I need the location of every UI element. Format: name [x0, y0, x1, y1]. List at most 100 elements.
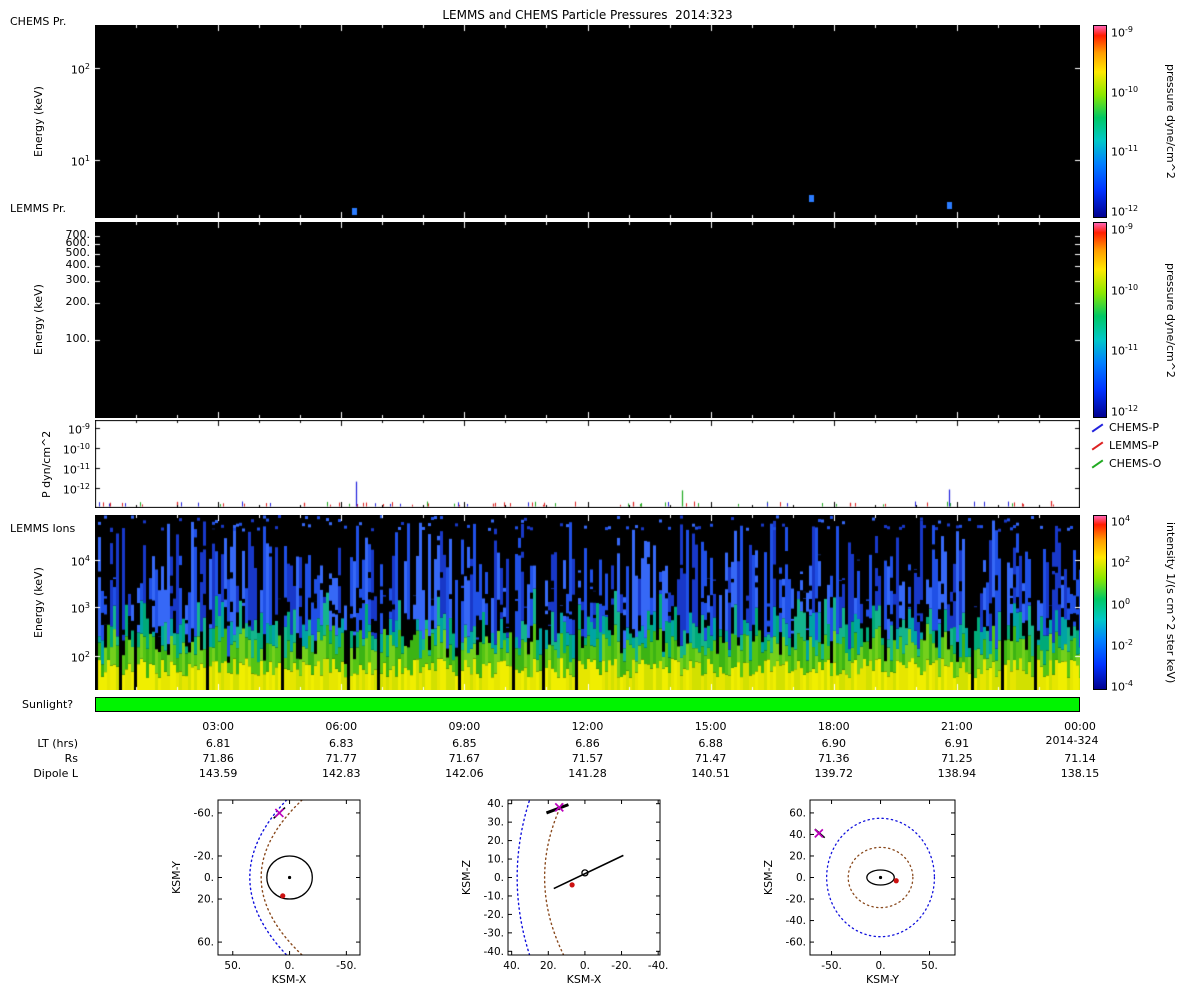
- orbit-plot-ksmy-ksmz: -50. 0. 50. 60. 40. 20. 0. -20. -40. -60. KSM-Y KSM…: [762, 799, 956, 986]
- ephemeris-value: 6.81: [205, 737, 231, 750]
- y-axis-tick-label: 100.: [65, 331, 91, 345]
- lemms-pressure-spectrogram: [95, 222, 1080, 418]
- ephemeris-value: 138.94: [937, 767, 977, 780]
- y-axis-tick-label: 10-11: [62, 461, 90, 477]
- time-axis-tick-label: 06:00: [325, 720, 358, 733]
- y-axis-tick-label: 200.: [65, 294, 91, 308]
- y-axis-label-chems-energy: Energy (keV): [32, 86, 45, 157]
- svg-text:-20.: -20.: [786, 894, 807, 906]
- time-axis-tick-label: 03:00: [202, 720, 234, 733]
- ephemeris-value: 6.85: [452, 737, 477, 750]
- svg-text:-60.: -60.: [786, 937, 807, 949]
- colorbar-tick-label: 10-10: [1111, 282, 1139, 298]
- ephemeris-value: 71.57: [571, 752, 604, 765]
- ephemeris-value: 142.83: [322, 767, 361, 780]
- legend-item: CHEMS-P: [1091, 421, 1159, 434]
- time-axis-tick-label: 00:00: [1064, 720, 1096, 733]
- svg-text:KSM-X: KSM-X: [567, 973, 602, 986]
- sunlight-indicator-bar: [95, 697, 1080, 712]
- svg-text:0.: 0.: [285, 960, 295, 972]
- chems-pressure-spectrogram: [95, 25, 1080, 218]
- ephemeris-value: 71.77: [325, 752, 358, 765]
- svg-text:-60.: -60.: [194, 807, 215, 819]
- y-axis-tick-label: 101: [70, 153, 90, 169]
- ephemeris-value: 139.72: [814, 767, 854, 780]
- colorbar-tick-label: 10-2: [1111, 637, 1133, 653]
- ephemeris-value: 71.67: [448, 752, 481, 765]
- next-day-date-label: 2014-324: [1032, 734, 1112, 747]
- svg-text:50.: 50.: [921, 960, 938, 972]
- colorbar-tick-label: 10-11: [1111, 144, 1139, 160]
- time-axis-tick-label: 21:00: [941, 720, 973, 733]
- svg-text:50.: 50.: [224, 960, 241, 972]
- time-axis-tick-label: 18:00: [817, 720, 850, 733]
- svg-text:40.: 40.: [503, 960, 520, 972]
- svg-text:0.: 0.: [796, 872, 806, 884]
- colorbar-tick-label: 10-9: [1111, 221, 1133, 237]
- colorbar-tick-label: 102: [1111, 555, 1131, 571]
- y-axis-tick-label: 103: [70, 601, 90, 616]
- svg-text:KSM-Z: KSM-Z: [460, 859, 473, 895]
- colorbar-tick-label: 10-10: [1111, 84, 1139, 100]
- ephemeris-value: 71.36: [818, 752, 850, 765]
- colorbar-tick-label: 10-11: [1111, 343, 1139, 359]
- pressure-line-plot: [95, 420, 1080, 508]
- svg-text:0.: 0.: [876, 960, 886, 972]
- ephemeris-value: 6.83: [329, 737, 354, 750]
- colorbar-tick-label: 10-9: [1111, 24, 1133, 40]
- legend-item: CHEMS-O: [1091, 457, 1161, 470]
- svg-text:-10.: -10.: [484, 890, 505, 902]
- particle-pressure-dashboard: LEMMS and CHEMS Particle Pressures 2014:…: [0, 0, 1200, 1000]
- intensity-colorbar: [1093, 515, 1107, 690]
- colorbar-tick-label: 10-12: [1111, 204, 1139, 219]
- svg-text:0.: 0.: [494, 872, 504, 884]
- pressure-colorbar-top: [1093, 25, 1107, 218]
- time-axis-tick-label: 09:00: [448, 720, 481, 733]
- svg-text:-30.: -30.: [484, 927, 505, 939]
- colorbar-tick-label: 10-4: [1111, 678, 1133, 694]
- legend-item: LEMMS-P: [1091, 439, 1159, 452]
- svg-text:60.: 60.: [789, 807, 806, 819]
- ephemeris-value: 71.14: [1064, 752, 1096, 765]
- ephemeris-value: 143.59: [198, 767, 238, 780]
- colorbar-tick-label: 10-12: [1111, 404, 1139, 419]
- y-axis-tick-label: 10-9: [68, 421, 90, 437]
- svg-text:-20.: -20.: [194, 850, 215, 862]
- ephemeris-value: 71.47: [694, 752, 727, 765]
- svg-text:20.: 20.: [487, 835, 504, 847]
- ephemeris-value: 6.86: [575, 737, 600, 750]
- y-axis-tick-label: 102: [70, 61, 90, 77]
- svg-text:0.: 0.: [580, 960, 590, 972]
- legend-line: [1091, 459, 1104, 469]
- svg-text:-20.: -20.: [484, 909, 505, 921]
- svg-text:-40.: -40.: [786, 915, 807, 927]
- y-axis-tick-label: 104: [70, 553, 90, 569]
- svg-text:40.: 40.: [789, 829, 806, 841]
- ephemeris-value: 6.90: [821, 737, 847, 750]
- ephemeris-value: 142.06: [445, 767, 484, 780]
- svg-text:20.: 20.: [789, 850, 806, 862]
- ephemeris-value: 6.88: [698, 737, 723, 750]
- svg-text:-40.: -40.: [484, 946, 505, 958]
- time-axis-tick-label: 12:00: [571, 720, 604, 733]
- pressure-colorbar-middle: [1093, 222, 1107, 418]
- y-axis-tick-label: 400.: [65, 258, 91, 272]
- colorbar-label-pressure-middle: pressure dyne/cm^2: [1164, 262, 1177, 378]
- legend-label: CHEMS-O: [1109, 457, 1162, 470]
- ephemeris-row-label-dipole-l: Dipole L: [33, 767, 78, 780]
- ephemeris-value: 71.86: [202, 752, 234, 765]
- colorbar-tick-label: 104: [1111, 514, 1131, 529]
- ephemeris-row-label-rs: Rs: [64, 752, 78, 765]
- ephemeris-value: 138.15: [1060, 767, 1100, 780]
- svg-text:KSM-Y: KSM-Y: [170, 861, 183, 894]
- svg-text:KSM-Y: KSM-Y: [866, 973, 899, 986]
- ephemeris-value: 6.91: [944, 737, 970, 750]
- legend-line: [1091, 423, 1104, 433]
- svg-text:20.: 20.: [197, 894, 214, 906]
- svg-text:20.: 20.: [540, 960, 557, 972]
- svg-text:-50.: -50.: [336, 960, 357, 972]
- svg-text:60.: 60.: [197, 937, 214, 949]
- svg-text:-20.: -20.: [611, 960, 632, 972]
- ephemeris-row-label-lt: LT (hrs): [37, 737, 78, 750]
- plot-title: LEMMS and CHEMS Particle Pressures 2014:…: [442, 8, 733, 22]
